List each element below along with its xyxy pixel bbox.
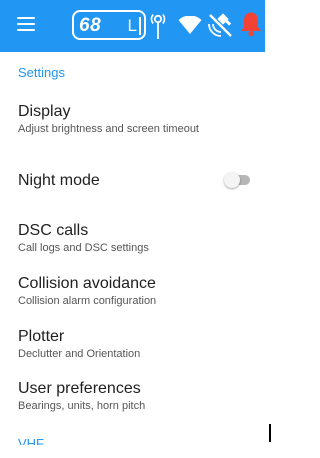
section-header-settings: Settings [18,65,65,80]
power-level-label: L [127,16,137,35]
hamburger-menu-icon[interactable] [17,17,35,31]
settings-item-display[interactable]: Display Adjust brightness and screen tim… [18,102,253,136]
toggle-thumb [224,172,240,188]
settings-item-user-preferences[interactable]: User preferences Bearings, units, horn p… [18,379,253,413]
section-header-vhf: VHF [18,437,44,445]
item-subtitle: Adjust brightness and screen timeout [18,123,199,135]
channel-indicator[interactable]: 68 L [72,10,146,40]
item-title: DSC calls [18,222,89,239]
item-title: Night mode [18,172,100,189]
item-title: Collision avoidance [18,275,156,292]
item-title: Plotter [18,328,65,345]
settings-item-dsc-calls[interactable]: DSC calls Call logs and DSC settings [18,221,253,255]
night-mode-toggle[interactable] [224,172,252,188]
channel-number: 68 [79,15,102,36]
item-subtitle: Call logs and DSC settings [18,242,149,254]
item-subtitle: Bearings, units, horn pitch [18,400,146,412]
power-level-bar [139,17,141,35]
settings-item-night-mode[interactable]: Night mode [18,171,211,190]
gps-off-icon [208,13,232,37]
item-title: Display [18,103,71,120]
top-app-bar: 68 L [0,0,265,52]
antenna-icon [150,14,166,39]
text-cursor [269,424,271,442]
settings-item-plotter[interactable]: Plotter Declutter and Orientation [18,327,253,361]
settings-item-collision-avoidance[interactable]: Collision avoidance Collision alarm conf… [18,274,253,308]
item-title: User preferences [18,380,141,397]
wifi-icon [178,16,202,34]
item-subtitle: Declutter and Orientation [18,348,141,360]
settings-screen: 68 L Settings Display Adjust brightness … [0,0,271,458]
item-subtitle: Collision alarm configuration [18,295,157,307]
alarm-bell-icon[interactable] [240,11,262,37]
